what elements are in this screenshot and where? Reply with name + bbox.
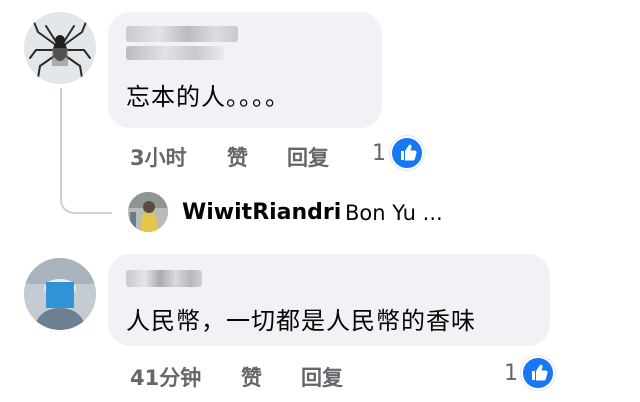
comment-2-timestamp[interactable]: 41分钟 [130,362,201,392]
comment-2-reply-button[interactable]: 回复 [301,362,343,392]
comment-2-bubble: 人民幣，一切都是人民幣的香味 [108,254,550,346]
comment-2-like-button[interactable]: 赞 [241,362,262,392]
comment-1-text: 忘本的人。。。。 [126,83,290,111]
person-photo-icon [128,192,168,232]
thumbs-up-icon [401,144,417,161]
reply-author-avatar[interactable] [128,192,168,232]
commenter-2-avatar[interactable] [24,258,96,330]
comment-2-reaction-badge[interactable] [521,356,555,390]
person-photo-icon [24,258,96,330]
reply-snippet[interactable]: Bon Yu ... [345,201,443,225]
comment-2-reaction-count: 1 [504,361,518,386]
redacted-author-name [126,26,238,42]
thread-connector-line [60,88,112,214]
reply-author-name[interactable]: WiwitRiandri [182,200,341,225]
spider-icon [24,12,96,84]
thumbs-up-icon [532,364,548,381]
redacted-author-name [126,270,202,287]
comment-1-bubble: 忘本的人。。。。 [108,12,382,128]
comment-1-timestamp[interactable]: 3小时 [130,142,187,172]
comment-1-reply-button[interactable]: 回复 [287,142,329,172]
comment-1-like-button[interactable]: 赞 [227,142,248,172]
commenter-1-avatar[interactable] [24,12,96,84]
comment-2: 人民幣，一切都是人民幣的香味 41分钟 赞 回复 1 [0,250,640,402]
comment-1-reaction-count: 1 [372,141,386,166]
comment-1-reaction-badge[interactable] [390,136,424,170]
comment-2-text: 人民幣，一切都是人民幣的香味 [126,307,476,335]
redacted-author-name-line2 [126,46,224,60]
